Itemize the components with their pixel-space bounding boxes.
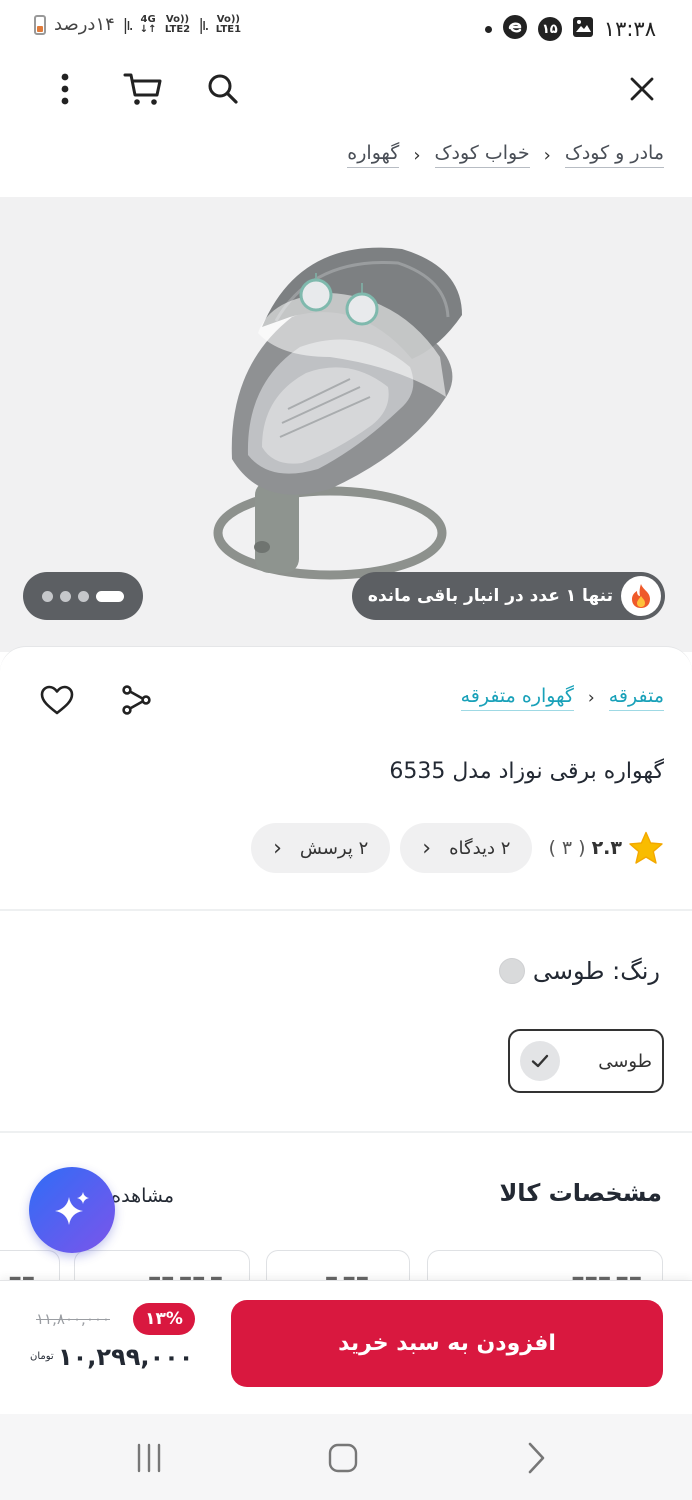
- stock-warning-badge: تنها ۱ عدد در انبار باقی مانده: [351, 572, 665, 620]
- more-vertical-icon: [61, 73, 69, 105]
- close-icon: [630, 77, 654, 101]
- breadcrumb: مادر و کودک ‹ خواب کودک ‹ گهواره: [347, 142, 664, 168]
- app-notification-icon: [502, 14, 528, 44]
- rating-count: ( ۳ ): [548, 837, 586, 859]
- color-swatch: [498, 958, 525, 984]
- pagination-dot[interactable]: [42, 590, 53, 602]
- questions-chip[interactable]: ۲ پرسش ‹: [251, 823, 391, 873]
- chevron-left-icon: ‹: [543, 144, 551, 166]
- search-icon: [208, 74, 238, 104]
- questions-chip-label: ۲ پرسش: [299, 837, 369, 859]
- star-icon: [629, 831, 663, 864]
- product-gallery[interactable]: تنها ۱ عدد در انبار باقی مانده: [0, 197, 692, 652]
- share-icon: [122, 685, 151, 715]
- section-divider: [0, 909, 692, 911]
- category-link-misc[interactable]: متفرقه: [608, 685, 664, 711]
- color-option-gray[interactable]: طوسی: [508, 1029, 664, 1093]
- top-toolbar: [0, 58, 692, 120]
- share-button[interactable]: [113, 677, 159, 723]
- battery-text: ۱۴درصد: [54, 14, 115, 35]
- rating-value: ۲.۳: [591, 837, 622, 859]
- notification-count-badge: ۱۵: [537, 17, 562, 41]
- recent-apps-button[interactable]: [127, 1436, 171, 1480]
- purchase-bar: افزودن به سبد خرید ۱۳% ۱۱,۸۰۰,۰۰۰ ۱۰,۲۹۹…: [0, 1280, 692, 1414]
- product-image: [213, 247, 462, 580]
- ai-assistant-button[interactable]: [29, 1167, 115, 1253]
- more-notifications-dot: [484, 25, 492, 33]
- category-link-cradle-misc[interactable]: گهواره متفرقه: [460, 685, 574, 711]
- breadcrumb-cradle[interactable]: گهواره: [347, 142, 400, 168]
- check-icon: [520, 1041, 560, 1081]
- chevron-left-icon: ‹: [273, 835, 282, 861]
- close-button[interactable]: [619, 66, 665, 112]
- pagination-dot-active[interactable]: [96, 590, 124, 602]
- chevron-left-icon: ‹: [587, 688, 595, 708]
- status-right: ۱۳:۳۸ ۱۵: [484, 14, 656, 44]
- status-left: ۱۴درصد |ı. 4G ↓↑ Vo)) LTE2 |ı. Vo)) LTE1: [34, 14, 241, 35]
- back-chevron-icon: [528, 1442, 545, 1474]
- fire-icon: [621, 576, 661, 616]
- product-title: گهواره برقی نوزاد مدل 6535: [389, 759, 664, 784]
- product-meta-row: ۲.۳ ( ۳ ) ۲ دیدگاه ‹ ۲ پرسش ‹: [251, 823, 664, 873]
- battery-icon: [34, 14, 46, 35]
- reviews-chip[interactable]: ۲ دیدگاه ‹: [400, 823, 533, 873]
- stock-warning-text: تنها ۱ عدد در انبار باقی مانده: [367, 586, 613, 606]
- section-divider: [0, 1131, 692, 1133]
- sim1-label: Vo)) LTE1: [215, 13, 242, 35]
- pagination-dot[interactable]: [78, 590, 89, 602]
- color-label-text: رنگ: طوسی: [532, 957, 660, 985]
- final-price: ۱۰,۲۹۹,۰۰۰: [58, 1343, 194, 1371]
- recent-apps-icon: [137, 1443, 161, 1473]
- search-button[interactable]: [200, 66, 246, 112]
- product-info-card: متفرقه ‹ گهواره متفرقه گهواره برقی نوزاد…: [0, 646, 692, 1310]
- gallery-pagination[interactable]: [23, 572, 143, 620]
- home-button[interactable]: [321, 1436, 365, 1480]
- currency-label: تومان: [30, 1351, 54, 1362]
- add-to-cart-button[interactable]: افزودن به سبد خرید: [231, 1300, 663, 1387]
- sparkle-icon: [55, 1192, 89, 1225]
- status-bar: ۱۳:۳۸ ۱۵ ۱۴درصد |ı. 4G ↓↑ Vo)) LTE2 |ı. V…: [0, 0, 692, 58]
- cart-button[interactable]: [120, 66, 166, 112]
- heart-icon: [40, 685, 74, 715]
- sim2-label: Vo)) LTE2: [164, 13, 191, 35]
- breadcrumb-baby-sleep[interactable]: خواب کودک: [434, 142, 530, 168]
- pagination-dot[interactable]: [60, 590, 71, 602]
- signal-icon: |ı.: [122, 15, 134, 34]
- category-links: متفرقه ‹ گهواره متفرقه: [460, 685, 664, 711]
- status-time: ۱۳:۳۸: [603, 17, 656, 41]
- home-icon: [328, 1443, 358, 1473]
- chevron-left-icon: ‹: [422, 835, 432, 861]
- product-rating: ۲.۳ ( ۳ ): [548, 831, 664, 865]
- color-option-label: طوسی: [598, 1050, 652, 1072]
- breadcrumb-mother-child[interactable]: مادر و کودک: [564, 142, 664, 168]
- color-heading: رنگ: طوسی: [498, 957, 660, 985]
- cart-icon: [123, 73, 162, 105]
- gallery-notification-icon: [572, 16, 594, 42]
- discount-badge: ۱۳%: [133, 1303, 195, 1335]
- more-options-button[interactable]: [42, 66, 88, 112]
- chevron-left-icon: ‹: [413, 144, 421, 166]
- network-type: 4G ↓↑: [139, 13, 157, 35]
- favorite-button[interactable]: [34, 677, 80, 723]
- reviews-chip-label: ۲ دیدگاه: [449, 837, 511, 859]
- back-button[interactable]: [514, 1436, 558, 1480]
- specs-title: مشخصات کالا: [499, 1179, 662, 1207]
- system-navigation-bar: [0, 1414, 692, 1500]
- old-price: ۱۱,۸۰۰,۰۰۰: [36, 1310, 110, 1328]
- signal-icon-2: |ı.: [198, 15, 209, 34]
